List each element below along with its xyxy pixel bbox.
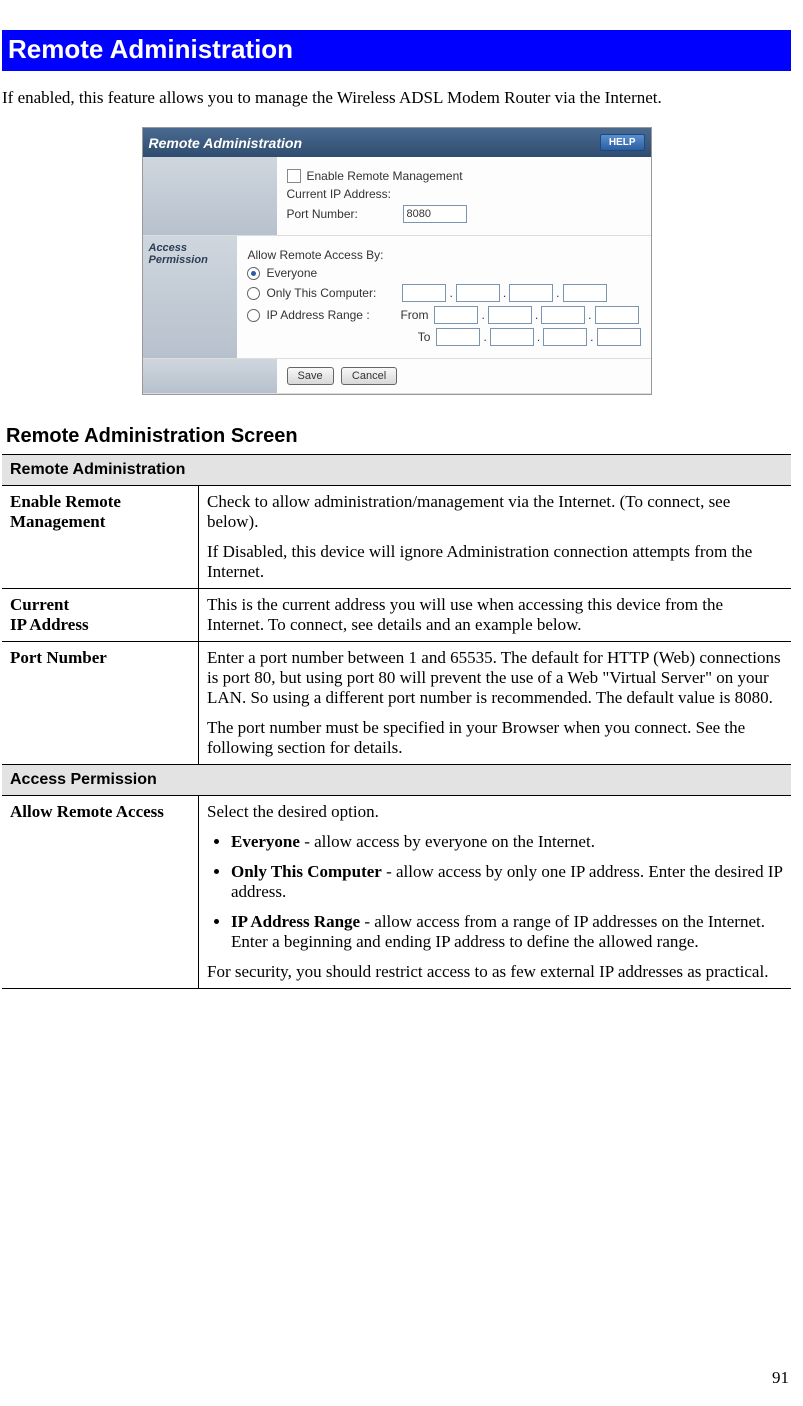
- list-item: IP Address Range - allow access from a r…: [231, 912, 783, 952]
- intro-paragraph: If enabled, this feature allows you to m…: [2, 87, 791, 109]
- only-ip-2[interactable]: [456, 284, 500, 302]
- section-access-permission: Access Permission: [2, 765, 791, 796]
- screenshot-title: Remote Administration: [149, 135, 303, 151]
- row1-label: Enable Remote Management: [2, 486, 199, 589]
- cancel-button[interactable]: Cancel: [341, 367, 397, 385]
- row2-label-l1: Current: [10, 595, 69, 614]
- to-label: To: [398, 330, 430, 344]
- only-ip-4[interactable]: [563, 284, 607, 302]
- row3-label: Port Number: [2, 642, 199, 765]
- opt-range-label: IP Address Range :: [266, 308, 390, 322]
- help-button[interactable]: HELP: [600, 134, 645, 151]
- port-number-label: Port Number:: [287, 207, 397, 221]
- from-ip-1[interactable]: [434, 306, 478, 324]
- enable-remote-label: Enable Remote Management: [307, 169, 463, 183]
- router-screenshot: Remote Administration HELP Enable Remote…: [142, 127, 652, 395]
- opt-only-label: Only This Computer:: [266, 286, 396, 300]
- list-item: Everyone - allow access by everyone on t…: [231, 832, 783, 852]
- row3-p2: The port number must be specified in you…: [207, 718, 783, 758]
- enable-remote-checkbox[interactable]: [287, 169, 301, 183]
- to-ip-1[interactable]: [436, 328, 480, 346]
- table-heading: Remote Administration Screen: [6, 425, 791, 448]
- allow-remote-label: Allow Remote Access By:: [247, 248, 383, 262]
- row4-intro: Select the desired option.: [207, 802, 783, 822]
- row2-label-l2: IP Address: [10, 615, 89, 634]
- radio-only-this[interactable]: [247, 287, 260, 300]
- row1-p1: Check to allow administration/management…: [207, 492, 783, 532]
- table-row: Allow Remote Access Select the desired o…: [2, 796, 791, 989]
- row4-outro: For security, you should restrict access…: [207, 962, 783, 982]
- description-table: Remote Administration Enable Remote Mana…: [2, 454, 791, 989]
- page-title: Remote Administration: [2, 30, 791, 71]
- section-label-buttons: [143, 359, 277, 393]
- table-row: Enable Remote Management Check to allow …: [2, 486, 791, 589]
- from-ip-2[interactable]: [488, 306, 532, 324]
- radio-ip-range[interactable]: [247, 309, 260, 322]
- row1-p2: If Disabled, this device will ignore Adm…: [207, 542, 783, 582]
- list-item: Only This Computer - allow access by onl…: [231, 862, 783, 902]
- from-ip-4[interactable]: [595, 306, 639, 324]
- section-label-blank: [143, 157, 277, 235]
- row3-p1: Enter a port number between 1 and 65535.…: [207, 648, 783, 708]
- from-label: From: [396, 308, 428, 322]
- to-ip-2[interactable]: [490, 328, 534, 346]
- row4-label: Allow Remote Access: [2, 796, 199, 989]
- to-ip-4[interactable]: [597, 328, 641, 346]
- only-ip-1[interactable]: [402, 284, 446, 302]
- table-row: Port Number Enter a port number between …: [2, 642, 791, 765]
- only-ip-3[interactable]: [509, 284, 553, 302]
- to-ip-3[interactable]: [543, 328, 587, 346]
- from-ip-3[interactable]: [541, 306, 585, 324]
- radio-everyone[interactable]: [247, 267, 260, 280]
- port-number-input[interactable]: 8080: [403, 205, 467, 223]
- section-label-access: Access Permission: [143, 236, 238, 358]
- page-number: 91: [772, 1368, 789, 1388]
- row2-p1: This is the current address you will use…: [207, 595, 783, 635]
- section-remote-admin: Remote Administration: [2, 455, 791, 486]
- current-ip-label: Current IP Address:: [287, 187, 397, 201]
- opt-everyone-label: Everyone: [266, 266, 317, 280]
- table-row: Current IP Address This is the current a…: [2, 589, 791, 642]
- save-button[interactable]: Save: [287, 367, 334, 385]
